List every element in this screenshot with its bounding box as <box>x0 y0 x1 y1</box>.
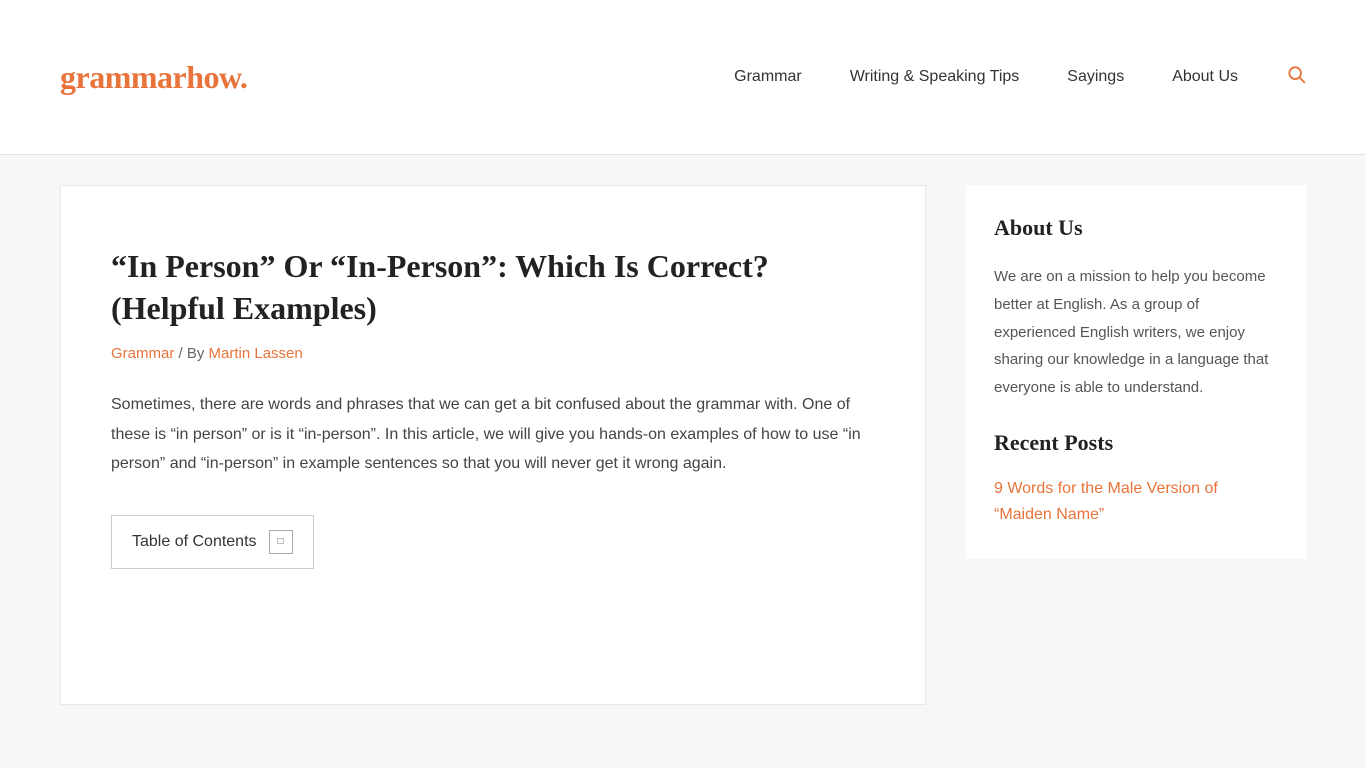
main-nav: Grammar Writing & Speaking Tips Sayings … <box>734 64 1306 90</box>
article-meta: Grammar / By Martin Lassen <box>111 345 875 362</box>
search-icon[interactable] <box>1286 64 1306 90</box>
table-of-contents-box: Table of Contents □ <box>111 515 314 569</box>
meta-separator: / By <box>179 345 209 362</box>
logo-dot: . <box>240 59 248 95</box>
site-header: grammarhow. Grammar Writing & Speaking T… <box>0 0 1366 155</box>
article-intro: Sometimes, there are words and phrases t… <box>111 390 875 479</box>
article-category[interactable]: Grammar <box>111 345 174 362</box>
sidebar-about-text: We are on a mission to help you become b… <box>994 263 1278 402</box>
article-author[interactable]: Martin Lassen <box>209 345 303 362</box>
nav-about-us[interactable]: About Us <box>1172 68 1238 86</box>
logo-text: grammarhow <box>60 59 240 95</box>
sidebar-about-section: About Us We are on a mission to help you… <box>966 185 1306 559</box>
toc-toggle-button[interactable]: □ <box>269 530 293 554</box>
sidebar: About Us We are on a mission to help you… <box>966 185 1306 705</box>
main-container: “In Person” Or “In-Person”: Which Is Cor… <box>0 155 1366 735</box>
nav-sayings[interactable]: Sayings <box>1067 68 1124 86</box>
article-area: “In Person” Or “In-Person”: Which Is Cor… <box>60 185 926 705</box>
nav-grammar[interactable]: Grammar <box>734 68 802 86</box>
nav-writing-speaking[interactable]: Writing & Speaking Tips <box>850 68 1020 86</box>
toc-toggle-icon: □ <box>278 536 284 547</box>
toc-label: Table of Contents <box>132 533 257 551</box>
site-logo[interactable]: grammarhow. <box>60 59 247 96</box>
sidebar-about-title: About Us <box>994 215 1278 241</box>
article-title: “In Person” Or “In-Person”: Which Is Cor… <box>111 246 875 329</box>
sidebar-recent-posts-title: Recent Posts <box>994 430 1278 456</box>
recent-post-link-0[interactable]: 9 Words for the Male Version of “Maiden … <box>994 476 1278 529</box>
